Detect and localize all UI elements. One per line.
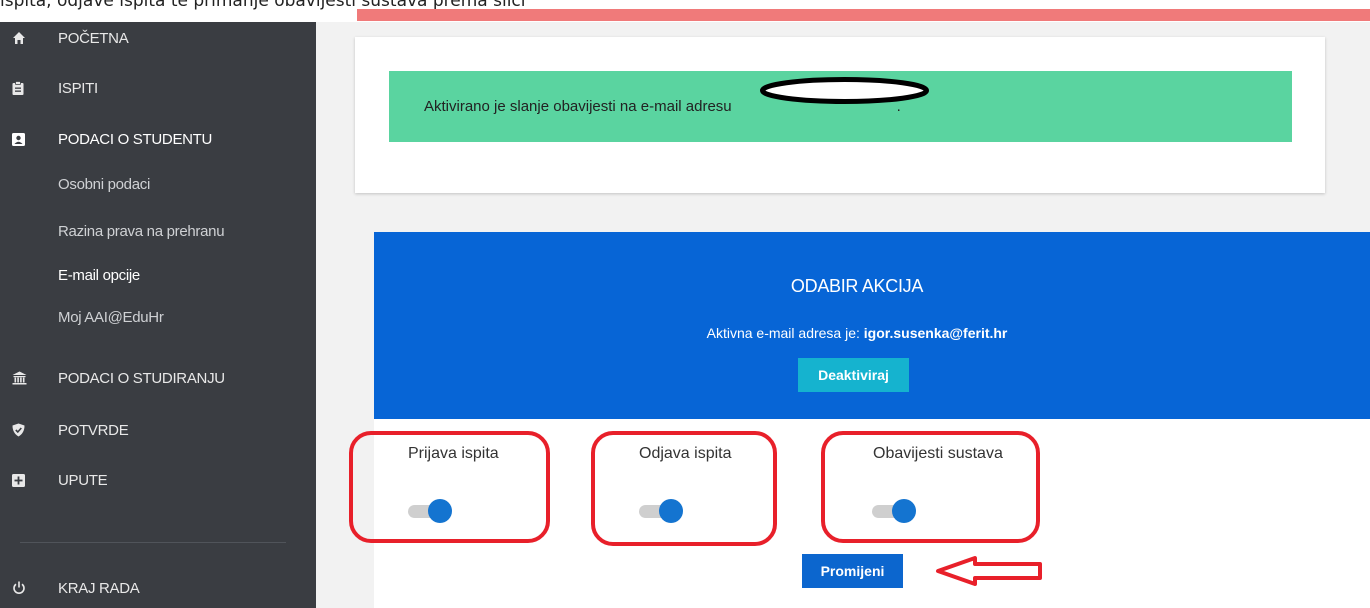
- annotation-box-odjava: [591, 431, 777, 546]
- annotation-box-obavijesti: [821, 431, 1040, 543]
- annotation-overlay: [349, 431, 1042, 586]
- annotation-arrow-icon: [936, 556, 1042, 586]
- annotation-box-prijava: [349, 431, 550, 543]
